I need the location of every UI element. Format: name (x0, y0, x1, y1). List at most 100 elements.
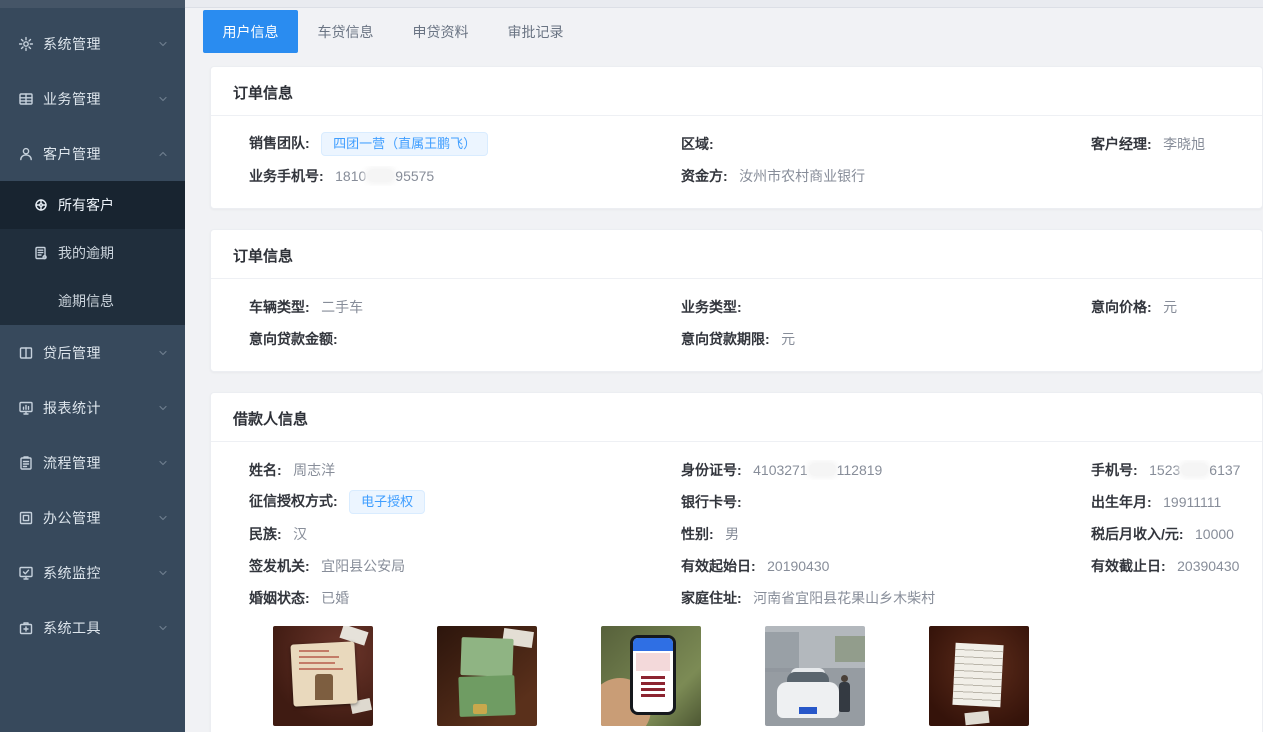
field-ethnicity: 民族: 汉 (249, 524, 681, 544)
sidebar-item-system-management[interactable]: 系统管理 (0, 16, 185, 71)
document-photo-thumbnail[interactable] (929, 626, 1029, 726)
field-credit-auth-method: 征信授权方式: 电子授权 (249, 490, 681, 514)
chart-monitor-icon (18, 400, 34, 416)
toolbox-icon (18, 620, 34, 636)
field-intent-loan-term: 意向贷款期限: 元 (681, 329, 1091, 349)
sidebar-item-label: 客户管理 (43, 144, 157, 164)
photo-person-with-car[interactable]: 人车合影 (765, 626, 865, 732)
sidebar-item-label: 系统工具 (43, 618, 157, 638)
user-icon (18, 146, 34, 162)
field-row: 车辆类型: 二手车 业务类型: 意向价格: 元 (249, 291, 1252, 323)
sidebar-nav: 系统管理 业务管理 客户管理 (0, 0, 185, 655)
sidebar-item-system-tools[interactable]: 系统工具 (0, 600, 185, 655)
field-gender: 性别: 男 (681, 524, 1091, 544)
document-photos: 身份证 登记证书 (249, 614, 1252, 732)
sidebar-item-label: 流程管理 (43, 453, 157, 473)
wheel-icon (33, 197, 49, 213)
sidebar-item-system-monitor[interactable]: 系统监控 (0, 545, 185, 600)
tab-loan-application-docs[interactable]: 申贷资料 (393, 10, 488, 53)
grid-icon (18, 91, 34, 107)
credit-auth-tag: 电子授权 (349, 490, 425, 514)
sidebar-item-label: 系统监控 (43, 563, 157, 583)
sidebar-item-office-management[interactable]: 办公管理 (0, 490, 185, 545)
card-title: 订单信息 (211, 67, 1262, 116)
tab-panel-user-info: 订单信息 销售团队: 四团一营（直属王鹏飞） 区域: 客户经理: 李晓旭 (185, 53, 1263, 732)
sidebar-item-label: 办公管理 (43, 508, 157, 528)
id-card-photo-thumbnail[interactable] (273, 626, 373, 726)
tab-approval-records[interactable]: 审批记录 (488, 10, 583, 53)
field-funder: 资金方: 汝州市农村商业银行 (681, 166, 1091, 186)
archive-box-icon (18, 510, 34, 526)
field-row: 意向贷款金额: 意向贷款期限: 元 (249, 323, 1252, 355)
field-valid-to: 有效截止日: 20390430 (1091, 556, 1252, 576)
chevron-down-icon (157, 512, 169, 524)
clipboard-icon (18, 455, 34, 471)
field-id-number: 身份证号: 4103271112819 (681, 460, 1091, 480)
sidebar-subitem-label: 我的逾期 (58, 243, 185, 263)
photo-credit-auth-phone[interactable]: 征信授权 (601, 626, 701, 732)
person-with-car-photo-thumbnail[interactable] (765, 626, 865, 726)
photo-id-card[interactable]: 身份证 (273, 626, 373, 732)
chevron-down-icon (157, 457, 169, 469)
chevron-up-icon (157, 148, 169, 160)
main-content: 用户信息 车贷信息 申贷资料 审批记录 订单信息 销售团队: 四团一营（直属王鹏… (185, 0, 1263, 732)
registration-book-photo-thumbnail[interactable] (437, 626, 537, 726)
field-row: 姓名: 周志洋 身份证号: 4103271112819 手机号: 1523613… (249, 454, 1252, 486)
field-bank-card: 银行卡号: (681, 492, 1091, 512)
sidebar-item-process-management[interactable]: 流程管理 (0, 435, 185, 490)
borrower-info-card: 借款人信息 姓名: 周志洋 身份证号: 4103271112819 手机号: 1… (210, 392, 1263, 732)
photo-registration-book[interactable]: 登记证书 (437, 626, 537, 732)
gear-icon (18, 36, 34, 52)
credit-auth-phone-photo-thumbnail[interactable] (601, 626, 701, 726)
field-intent-price: 意向价格: 元 (1091, 297, 1252, 317)
card-title: 借款人信息 (211, 393, 1262, 442)
field-row: 签发机关: 宜阳县公安局 有效起始日: 20190430 有效截止日: 2039… (249, 550, 1252, 582)
sidebar: 系统管理 业务管理 客户管理 (0, 0, 185, 732)
field-intent-loan-amount: 意向贷款金额: (249, 329, 681, 349)
sidebar-item-customer-management[interactable]: 客户管理 (0, 126, 185, 181)
field-marital-status: 婚姻状态: 已婚 (249, 588, 681, 608)
field-monthly-income: 税后月收入/元: 10000 (1091, 524, 1252, 544)
sidebar-subitem-label: 所有客户 (58, 195, 185, 215)
monitor-check-icon (18, 565, 34, 581)
field-sales-team: 销售团队: 四团一营（直属王鹏飞） (249, 132, 681, 156)
photo-document[interactable]: 其他材料 (929, 626, 1029, 732)
sidebar-item-postloan-management[interactable]: 贷后管理 (0, 325, 185, 380)
sidebar-item-label: 系统管理 (43, 34, 157, 54)
field-row: 婚姻状态: 已婚 家庭住址: 河南省宜阳县花果山乡木柴村 (249, 582, 1252, 614)
redaction-blur (809, 463, 836, 476)
tab-user-info[interactable]: 用户信息 (203, 10, 298, 53)
field-business-type: 业务类型: (681, 297, 1091, 317)
sidebar-item-label: 贷后管理 (43, 343, 157, 363)
field-row: 民族: 汉 性别: 男 税后月收入/元: 10000 (249, 518, 1252, 550)
sidebar-subitem-label: 逾期信息 (58, 291, 185, 311)
detail-tabs: 用户信息 车贷信息 申贷资料 审批记录 (203, 10, 1263, 53)
notebook-icon (33, 245, 49, 261)
sidebar-item-label: 业务管理 (43, 89, 157, 109)
field-mobile: 手机号: 15236137 (1091, 460, 1252, 480)
card-title: 订单信息 (211, 230, 1262, 279)
redaction-blur (367, 169, 394, 182)
sales-team-tag: 四团一营（直属王鹏飞） (321, 132, 488, 156)
field-row: 业务手机号: 181095575 资金方: 汝州市农村商业银行 (249, 160, 1252, 192)
chevron-down-icon (157, 402, 169, 414)
chevron-down-icon (157, 347, 169, 359)
field-issuing-authority: 签发机关: 宜阳县公安局 (249, 556, 681, 576)
chevron-down-icon (157, 38, 169, 50)
order-info-card: 订单信息 销售团队: 四团一营（直属王鹏飞） 区域: 客户经理: 李晓旭 (210, 66, 1263, 209)
chevron-down-icon (157, 622, 169, 634)
tab-car-loan-info[interactable]: 车贷信息 (298, 10, 393, 53)
sidebar-subitem-my-overdue[interactable]: 我的逾期 (0, 229, 185, 277)
field-business-phone: 业务手机号: 181095575 (249, 166, 681, 186)
field-home-address: 家庭住址: 河南省宜阳县花果山乡木柴村 (681, 588, 1091, 608)
sidebar-item-report-statistics[interactable]: 报表统计 (0, 380, 185, 435)
sidebar-item-business-management[interactable]: 业务管理 (0, 71, 185, 126)
field-name: 姓名: 周志洋 (249, 460, 681, 480)
field-vehicle-type: 车辆类型: 二手车 (249, 297, 681, 317)
sidebar-subitem-overdue-info[interactable]: 逾期信息 (0, 277, 185, 325)
book-icon (18, 345, 34, 361)
sidebar-subitem-all-customers[interactable]: 所有客户 (0, 181, 185, 229)
field-account-manager: 客户经理: 李晓旭 (1091, 134, 1252, 154)
customer-management-submenu: 所有客户 我的逾期 逾期信息 (0, 181, 185, 325)
field-row: 销售团队: 四团一营（直属王鹏飞） 区域: 客户经理: 李晓旭 (249, 128, 1252, 160)
